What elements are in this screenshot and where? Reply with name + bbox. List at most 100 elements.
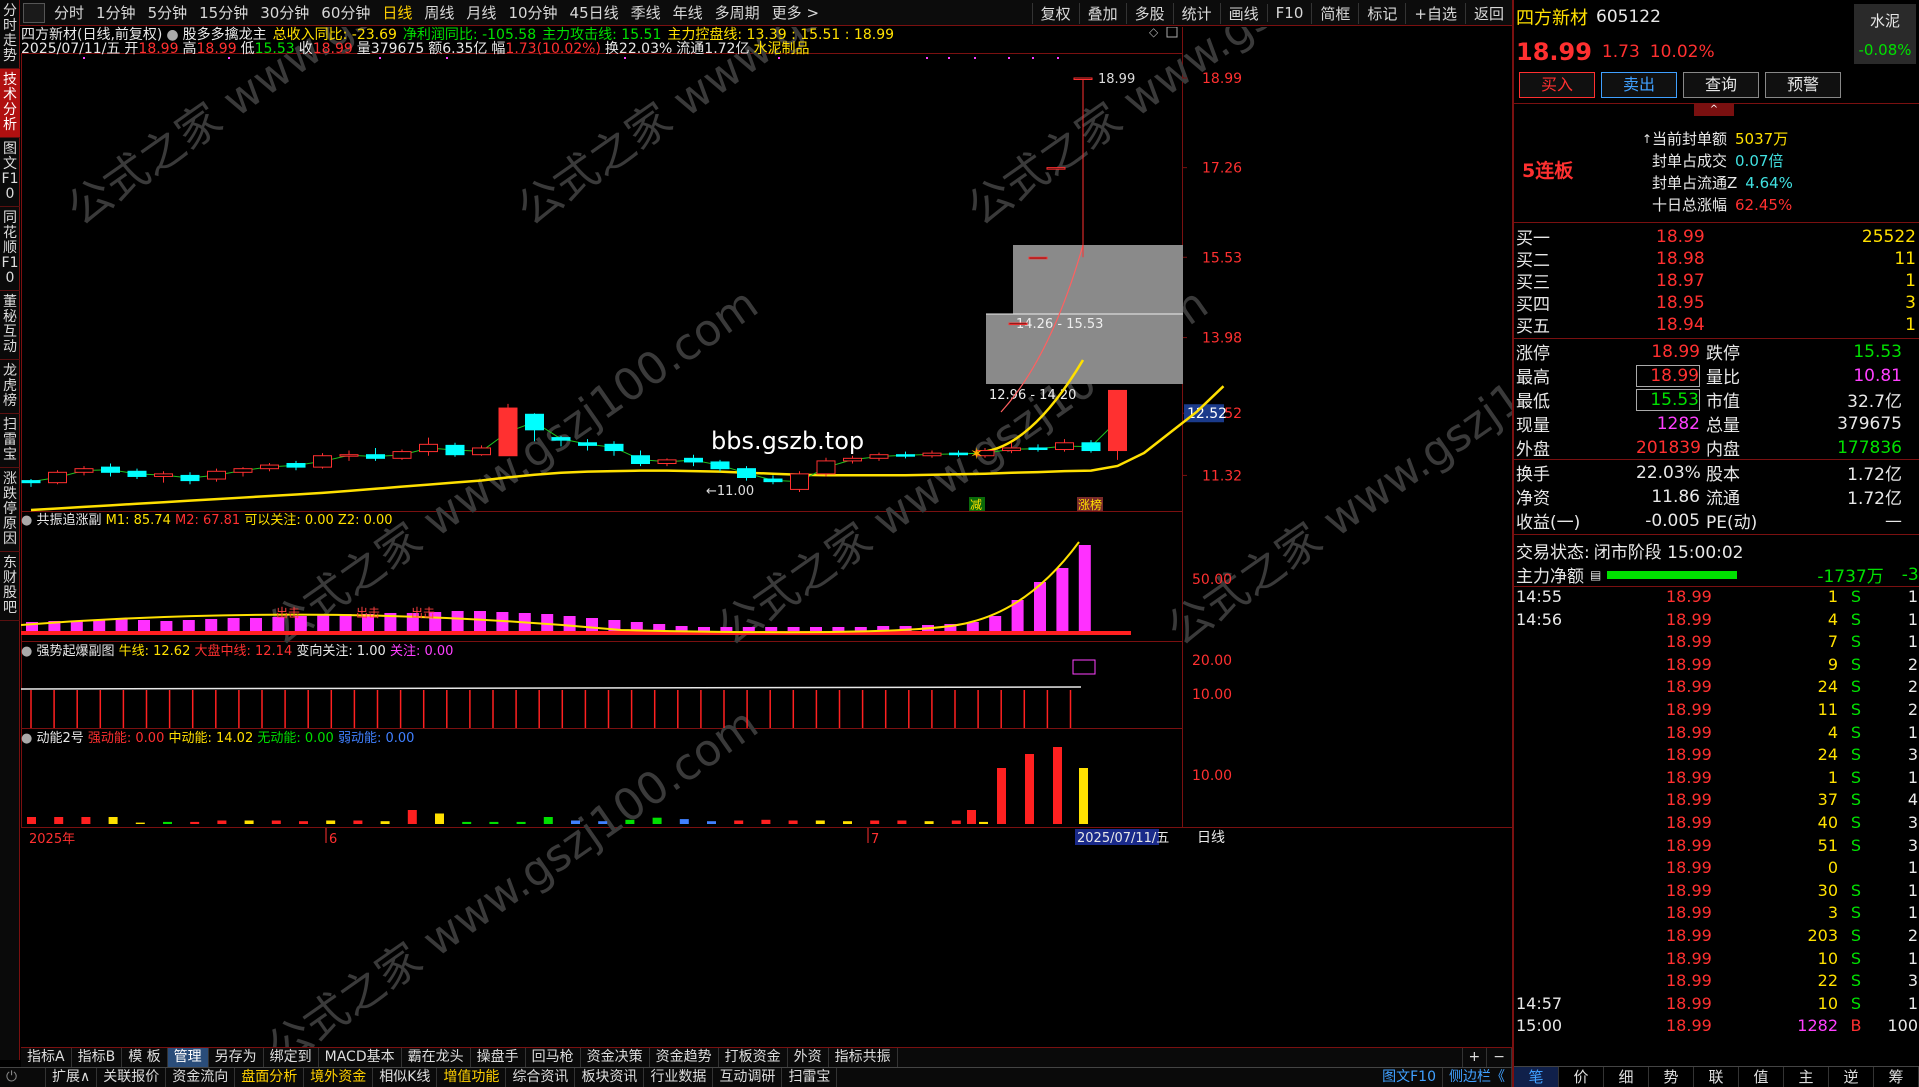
function-tab-11[interactable]: 扫雷宝 bbox=[782, 1068, 838, 1087]
indicator-tab-14[interactable]: 指标共振 bbox=[829, 1048, 898, 1067]
function-tab-3[interactable]: 盘面分析 bbox=[235, 1068, 305, 1087]
left-tab-1[interactable]: 技术分析 bbox=[0, 69, 20, 138]
period-13[interactable]: 多周期 bbox=[709, 2, 766, 23]
indicator-tab-3[interactable]: 管理 bbox=[167, 1048, 209, 1067]
toolbar-action-7[interactable]: 标记 bbox=[1358, 2, 1405, 24]
function-tab-9[interactable]: 行业数据 bbox=[644, 1068, 714, 1087]
window-icon[interactable] bbox=[1166, 27, 1178, 38]
toolbar-action-9[interactable]: 返回 bbox=[1464, 2, 1512, 24]
function-tab-2[interactable]: 资金流向 bbox=[166, 1068, 236, 1087]
list-icon[interactable]: ▤ bbox=[1590, 568, 1601, 582]
bid-price[interactable]: 18.99 bbox=[1656, 227, 1806, 247]
panel-toggle-icon[interactable]: ● bbox=[21, 731, 36, 746]
indicator-tab-10[interactable]: 资金决策 bbox=[581, 1048, 650, 1067]
toolbar-action-1[interactable]: 叠加 bbox=[1078, 2, 1126, 24]
period-8[interactable]: 月线 bbox=[460, 2, 502, 23]
period-11[interactable]: 季线 bbox=[625, 2, 667, 23]
left-tab-6[interactable]: 扫雷宝 bbox=[0, 414, 20, 468]
period-indicator[interactable]: 日线 bbox=[1197, 830, 1225, 846]
bid-price[interactable]: 18.94 bbox=[1656, 315, 1806, 335]
period-1[interactable]: 1分钟 bbox=[90, 2, 142, 23]
function-tab-4[interactable]: 境外资金 bbox=[304, 1068, 374, 1087]
left-tab-5[interactable]: 龙虎榜 bbox=[0, 360, 20, 414]
function-tab-7[interactable]: 综合资讯 bbox=[506, 1068, 576, 1087]
zoom-in-button[interactable]: + bbox=[1461, 1048, 1488, 1067]
bottom-link-0[interactable]: 图文F10 bbox=[1376, 1068, 1443, 1087]
kline-chart[interactable]: 公式之家 www.gszj100.com公式之家 www.gszj100.com… bbox=[21, 27, 1512, 1047]
function-tab-5[interactable]: 相似K线 bbox=[373, 1068, 438, 1087]
toolbar-action-0[interactable]: 复权 bbox=[1031, 2, 1079, 24]
zoom-out-button[interactable]: − bbox=[1487, 1048, 1512, 1067]
toolbar-action-3[interactable]: 统计 bbox=[1172, 2, 1220, 24]
tick-tab-2[interactable]: 细 bbox=[1604, 1067, 1649, 1087]
bid-price[interactable]: 18.97 bbox=[1656, 271, 1806, 291]
indicator-tab-4[interactable]: 另存为 bbox=[209, 1048, 264, 1067]
period-12[interactable]: 年线 bbox=[667, 2, 709, 23]
left-tab-8[interactable]: 东财股吧 bbox=[0, 552, 20, 621]
tick-tab-4[interactable]: 联 bbox=[1694, 1067, 1739, 1087]
panel-toggle-icon[interactable]: ● bbox=[21, 644, 36, 659]
indicator-tab-5[interactable]: 绑定到 bbox=[264, 1048, 319, 1067]
toolbar-action-4[interactable]: 画线 bbox=[1219, 2, 1267, 24]
period-7[interactable]: 周线 bbox=[418, 2, 460, 23]
left-tab-3[interactable]: 同花顺F10 bbox=[0, 207, 20, 291]
panel-header-1: ● 共振追涨副 M1: 85.74 M2: 67.81 可以关注: 0.00 Z… bbox=[21, 512, 393, 528]
left-tab-2[interactable]: 图文F10 bbox=[0, 138, 20, 207]
diamond-icon[interactable]: ◇ bbox=[1149, 27, 1159, 39]
power-toggle-icon[interactable]: ⏻ bbox=[0, 1068, 46, 1087]
layout-toggle-icon[interactable] bbox=[23, 2, 45, 23]
period-3[interactable]: 15分钟 bbox=[193, 2, 254, 23]
period-9[interactable]: 10分钟 bbox=[502, 2, 563, 23]
panel-title[interactable]: 共振追涨副 bbox=[36, 512, 105, 528]
tick-tab-8[interactable]: 筹 bbox=[1874, 1067, 1919, 1087]
function-tab-1[interactable]: 关联报价 bbox=[97, 1068, 167, 1087]
period-6[interactable]: 日线 bbox=[376, 2, 418, 23]
period-0[interactable]: 分时 bbox=[48, 2, 90, 23]
left-tab-0[interactable]: 分时走势 bbox=[0, 0, 20, 69]
tick-tab-7[interactable]: 逆 bbox=[1829, 1067, 1874, 1087]
indicator-tab-6[interactable]: MACD基本 bbox=[319, 1048, 402, 1067]
indicator-tab-9[interactable]: 回马枪 bbox=[526, 1048, 581, 1067]
bottom-link-1[interactable]: 侧边栏《 bbox=[1443, 1068, 1512, 1087]
function-tab-10[interactable]: 互动调研 bbox=[713, 1068, 783, 1087]
function-tab-0[interactable]: 扩展∧ bbox=[46, 1068, 98, 1087]
tick-tab-6[interactable]: 主 bbox=[1784, 1067, 1829, 1087]
period-10[interactable]: 45日线 bbox=[564, 2, 625, 23]
sell-button[interactable]: 卖出 bbox=[1601, 72, 1677, 98]
indicator-tab-11[interactable]: 资金趋势 bbox=[650, 1048, 719, 1067]
indicator-tab-7[interactable]: 霸在龙头 bbox=[402, 1048, 471, 1067]
function-tab-8[interactable]: 板块资讯 bbox=[575, 1068, 645, 1087]
chart-area[interactable]: 公式之家 www.gszj100.com 公式之家 www.gszj100.com… bbox=[21, 27, 1512, 1047]
left-tab-7[interactable]: 涨跌停原因 bbox=[0, 468, 20, 552]
indicator-tab-1[interactable]: 指标B bbox=[72, 1048, 123, 1067]
tick-tab-1[interactable]: 价 bbox=[1559, 1067, 1604, 1087]
bid-price[interactable]: 18.98 bbox=[1656, 249, 1806, 269]
toolbar-action-6[interactable]: 简框 bbox=[1311, 2, 1358, 24]
indicator-tab-2[interactable]: 模 板 bbox=[122, 1048, 168, 1067]
indicator-tab-13[interactable]: 外资 bbox=[788, 1048, 829, 1067]
toolbar-action-2[interactable]: 多股 bbox=[1125, 2, 1173, 24]
bid-price[interactable]: 18.95 bbox=[1656, 293, 1806, 313]
toolbar-action-5[interactable]: F10 bbox=[1266, 4, 1312, 22]
buy-button[interactable]: 买入 bbox=[1519, 72, 1595, 98]
indicator-tab-8[interactable]: 操盘手 bbox=[471, 1048, 526, 1067]
period-5[interactable]: 60分钟 bbox=[315, 2, 376, 23]
sector-box[interactable]: 水泥 -0.08% bbox=[1854, 4, 1916, 64]
tick-tab-5[interactable]: 值 bbox=[1739, 1067, 1784, 1087]
indicator-tab-0[interactable]: 指标A bbox=[21, 1048, 72, 1067]
tick-tab-0[interactable]: 笔 bbox=[1514, 1067, 1559, 1087]
indicator-tab-12[interactable]: 打板资金 bbox=[719, 1048, 788, 1067]
period-14[interactable]: 更多 > bbox=[766, 2, 825, 23]
query-button[interactable]: 查询 bbox=[1683, 72, 1759, 98]
panel-title[interactable]: 强势起爆副图 bbox=[36, 643, 118, 659]
period-4[interactable]: 30分钟 bbox=[254, 2, 315, 23]
period-2[interactable]: 5分钟 bbox=[142, 2, 194, 23]
panel-toggle-icon[interactable]: ● bbox=[21, 513, 36, 528]
tick-tab-3[interactable]: 势 bbox=[1649, 1067, 1694, 1087]
collapse-arrow-icon[interactable]: ^ bbox=[1694, 104, 1734, 116]
toolbar-action-8[interactable]: +自选 bbox=[1405, 2, 1465, 24]
alert-button[interactable]: 预警 bbox=[1765, 72, 1841, 98]
left-tab-4[interactable]: 董秘互动 bbox=[0, 291, 20, 360]
panel-title[interactable]: 动能2号 bbox=[36, 731, 87, 746]
function-tab-6[interactable]: 增值功能 bbox=[437, 1068, 507, 1087]
